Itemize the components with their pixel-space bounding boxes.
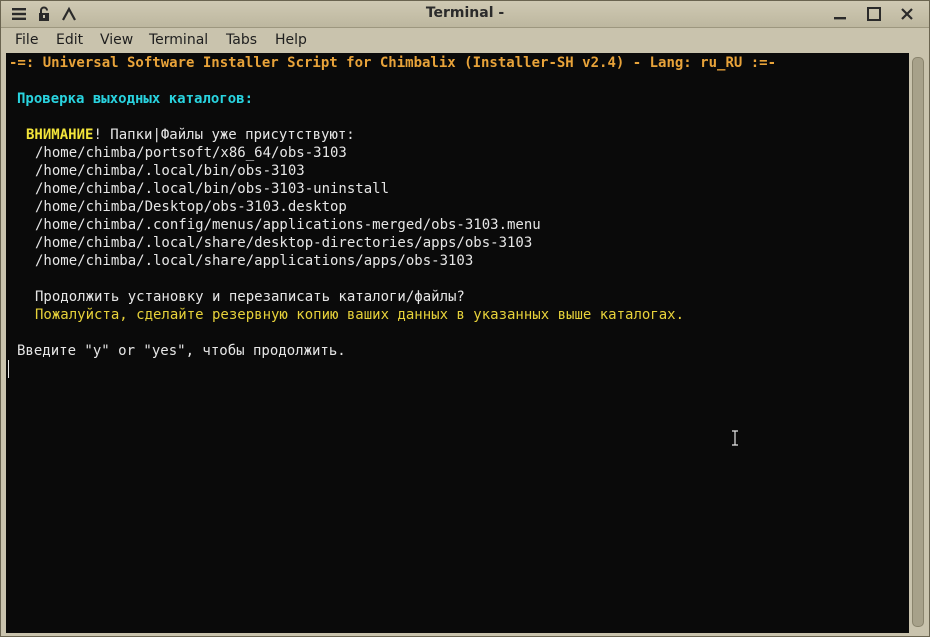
- path-line: /home/chimba/.local/share/applications/a…: [35, 253, 474, 269]
- menu-help[interactable]: Help: [275, 32, 307, 48]
- scroll-thumb[interactable]: [912, 57, 924, 627]
- text-cursor: [8, 360, 9, 378]
- menu-file[interactable]: File: [15, 32, 38, 48]
- backup-note: Пожалуйста, сделайте резервную копию ваш…: [35, 307, 685, 323]
- terminal-output[interactable]: -=: Universal Software Installer Script …: [6, 53, 909, 633]
- menu-edit[interactable]: Edit: [56, 32, 83, 48]
- close-icon[interactable]: [897, 4, 917, 24]
- path-line: /home/chimba/.local/bin/obs-3103: [35, 163, 305, 179]
- menu-terminal[interactable]: Terminal: [149, 32, 208, 48]
- menu-view[interactable]: View: [100, 32, 133, 48]
- question-line: Продолжить установку и перезаписать ката…: [35, 289, 465, 305]
- section-title: Проверка выходных каталогов:: [17, 91, 254, 107]
- prompt-line: Введите "y" or "yes", чтобы продолжить.: [17, 343, 346, 359]
- window-title: Terminal -: [425, 5, 505, 21]
- warning-line: ВНИМАНИЕ! Папки|Файлы уже присутствуют:: [26, 126, 355, 144]
- path-line: /home/chimba/.config/menus/applications-…: [35, 217, 541, 233]
- minimize-icon[interactable]: [830, 4, 850, 24]
- path-line: /home/chimba/.local/bin/obs-3103-uninsta…: [35, 181, 390, 197]
- header-line: -=: Universal Software Installer Script …: [9, 55, 777, 71]
- title-bar[interactable]: Terminal -: [1, 1, 929, 28]
- path-line: /home/chimba/portsoft/x86_64/obs-3103: [35, 145, 347, 161]
- menu-bar: File Edit View Terminal Tabs Help: [1, 28, 929, 53]
- vertical-scrollbar[interactable]: [909, 53, 927, 633]
- warning-label: ВНИМАНИЕ: [26, 127, 94, 143]
- ibeam-cursor-icon: [732, 430, 738, 446]
- menu-tabs[interactable]: Tabs: [226, 32, 257, 48]
- maximize-icon[interactable]: [864, 4, 884, 24]
- terminal-window: Terminal - File Edit View Terminal Tabs …: [0, 0, 930, 637]
- warning-text: ! Папки|Файлы уже присутствуют:: [93, 127, 355, 143]
- path-line: /home/chimba/.local/share/desktop-direct…: [35, 235, 533, 251]
- path-line: /home/chimba/Desktop/obs-3103.desktop: [35, 199, 347, 215]
